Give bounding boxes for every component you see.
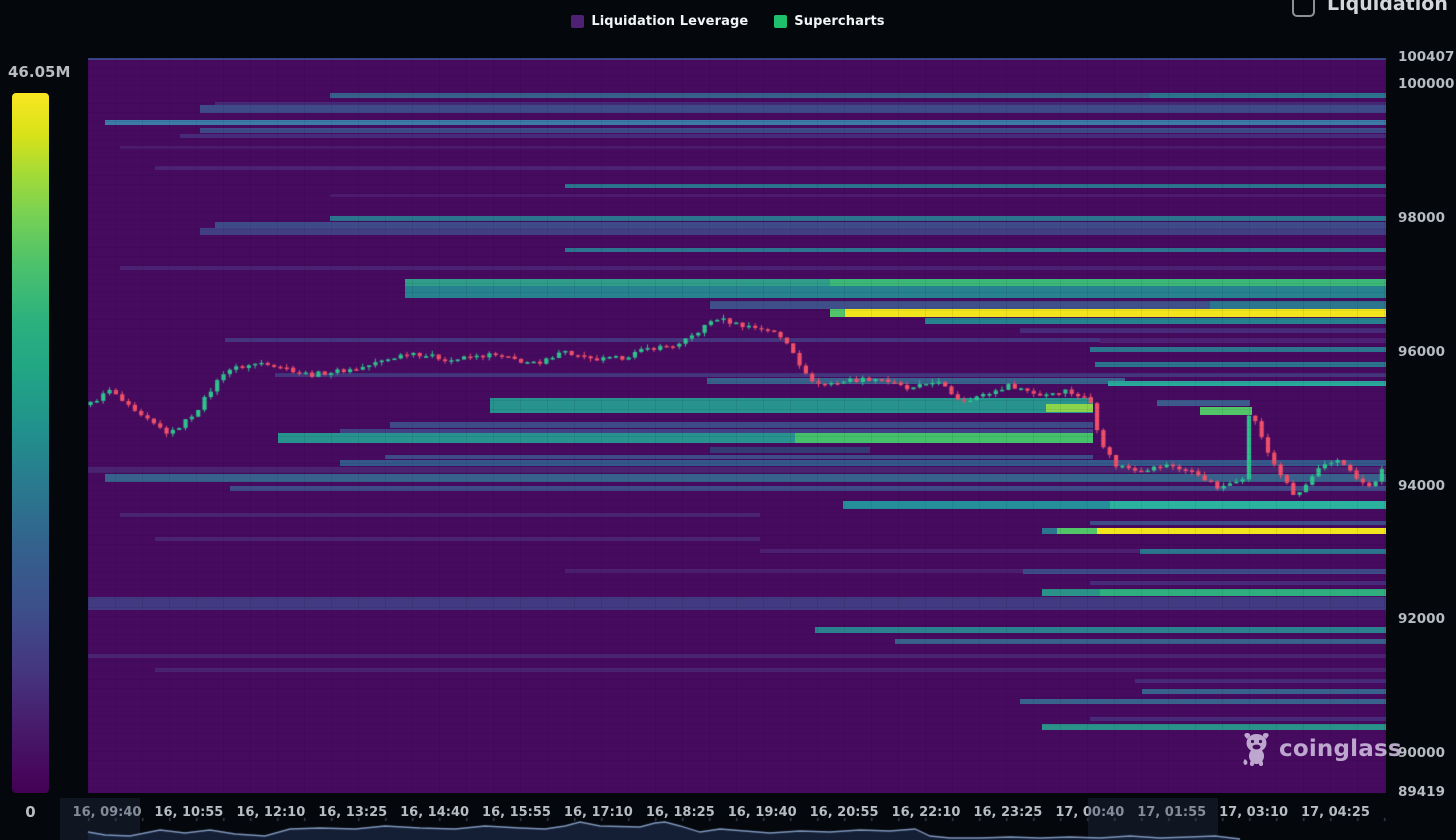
liquidation-heatmap-app: Liquidation Leverage Supercharts Liquida…	[0, 0, 1456, 840]
navigator-strip[interactable]	[0, 0, 1456, 840]
